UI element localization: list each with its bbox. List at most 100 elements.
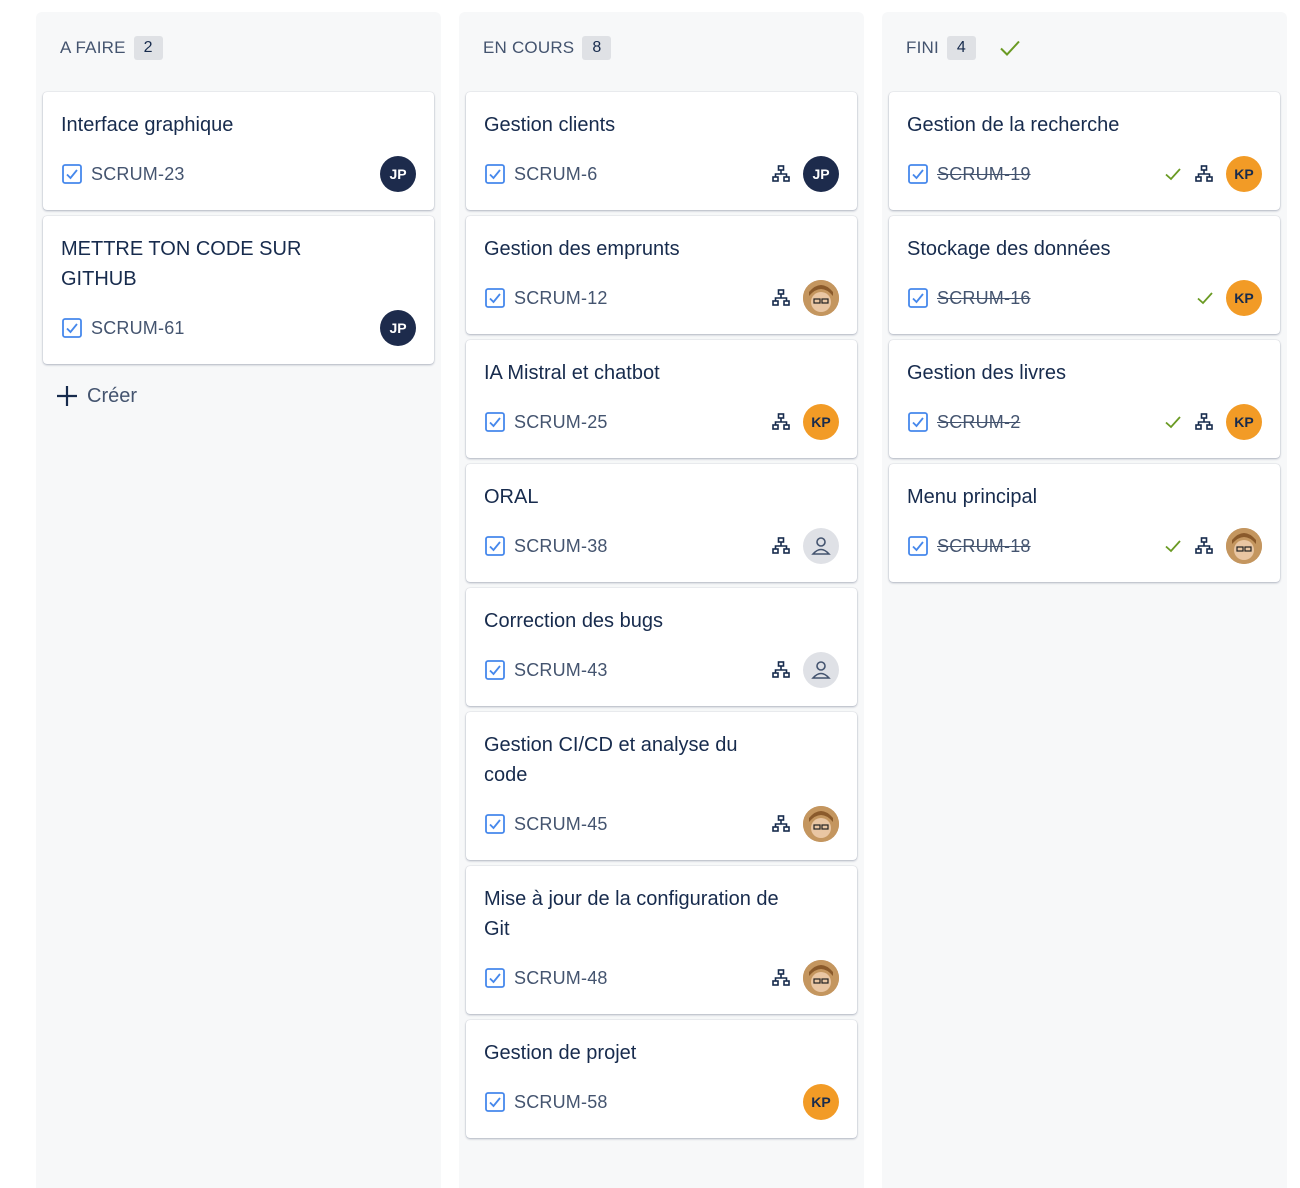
issue-card[interactable]: Gestion de la recherche SCRUM-19 KP (889, 92, 1280, 210)
task-checkbox-icon (907, 163, 929, 185)
issue-key[interactable]: SCRUM-19 (937, 164, 1031, 185)
assignee-avatar[interactable]: KP (1226, 156, 1262, 192)
task-checkbox-icon (484, 411, 506, 433)
issue-key[interactable]: SCRUM-23 (91, 164, 185, 185)
assignee-avatar-photo[interactable] (803, 280, 839, 316)
issue-key[interactable]: SCRUM-12 (514, 288, 608, 309)
child-issues-icon[interactable] (771, 288, 791, 308)
task-checkbox-icon (484, 535, 506, 557)
column-title: A FAIRE (60, 38, 126, 57)
card-title: Interface graphique (61, 114, 234, 136)
issue-key[interactable]: SCRUM-2 (937, 412, 1020, 433)
done-check-icon (1164, 537, 1182, 555)
issue-card[interactable]: ORAL SCRUM-38 (466, 464, 857, 582)
task-checkbox-icon (484, 1091, 506, 1113)
issue-key[interactable]: SCRUM-43 (514, 660, 608, 681)
issue-card[interactable]: Stockage des données SCRUM-16 KP (889, 216, 1280, 334)
card-title: Gestion des livres (907, 362, 1066, 384)
issue-key[interactable]: SCRUM-45 (514, 814, 608, 835)
assignee-avatar[interactable]: KP (803, 1084, 839, 1120)
task-checkbox-icon (484, 967, 506, 989)
task-checkbox-icon (484, 813, 506, 835)
child-issues-icon[interactable] (771, 660, 791, 680)
card-title: Menu principal (907, 486, 1038, 508)
task-checkbox-icon (61, 317, 83, 339)
issue-card[interactable]: Interface graphique SCRUM-23 JP (43, 92, 434, 210)
done-check-icon (1164, 165, 1182, 183)
task-checkbox-icon (907, 287, 929, 309)
column-header: EN COURS 8 (459, 12, 864, 84)
card-title: ORAL (484, 486, 539, 508)
issue-card[interactable]: Gestion des emprunts SCRUM-12 (466, 216, 857, 334)
issue-card[interactable]: Gestion de projet SCRUM-58 KP (466, 1020, 857, 1138)
card-title: Gestion de la recherche (907, 114, 1120, 136)
task-checkbox-icon (907, 411, 929, 433)
column-count-badge: 2 (133, 36, 163, 60)
column-count-badge: 4 (946, 36, 976, 60)
unassigned-user-icon[interactable] (803, 528, 839, 564)
card-title: Gestion de projet (484, 1042, 637, 1064)
task-checkbox-icon (484, 287, 506, 309)
issue-card[interactable]: Gestion CI/CD et analyse du code SCRUM-4… (466, 712, 857, 860)
child-issues-icon[interactable] (1194, 412, 1214, 432)
issue-key[interactable]: SCRUM-16 (937, 288, 1031, 309)
card-title: IA Mistral et chatbot (484, 362, 660, 384)
issue-key[interactable]: SCRUM-6 (514, 164, 597, 185)
assignee-avatar[interactable]: KP (1226, 280, 1262, 316)
assignee-avatar-photo[interactable] (803, 806, 839, 842)
column-header: A FAIRE 2 (36, 12, 441, 84)
issue-card[interactable]: Gestion clients SCRUM-6 JP (466, 92, 857, 210)
assignee-avatar[interactable]: JP (803, 156, 839, 192)
issue-card[interactable]: Correction des bugs SCRUM-43 (466, 588, 857, 706)
assignee-avatar[interactable]: JP (380, 156, 416, 192)
issue-card[interactable]: IA Mistral et chatbot SCRUM-25 KP (466, 340, 857, 458)
column-fini: FINI 4 Gestion de la recherche SCRUM-19 … (882, 12, 1287, 1188)
assignee-avatar[interactable]: KP (803, 404, 839, 440)
issue-card[interactable]: METTRE TON CODE SUR GITHUB SCRUM-61 JP (43, 216, 434, 364)
task-checkbox-icon (484, 659, 506, 681)
assignee-avatar[interactable]: KP (1226, 404, 1262, 440)
child-issues-icon[interactable] (1194, 164, 1214, 184)
issue-key[interactable]: SCRUM-38 (514, 536, 608, 557)
issue-card[interactable]: Menu principal SCRUM-18 (889, 464, 1280, 582)
card-title: Gestion CI/CD et analyse du code (484, 734, 738, 786)
done-column-check-icon (998, 36, 1022, 60)
column-title: EN COURS (483, 38, 575, 57)
card-title: METTRE TON CODE SUR GITHUB (61, 238, 302, 290)
child-issues-icon[interactable] (771, 536, 791, 556)
column-count-badge: 8 (582, 36, 612, 60)
issue-key[interactable]: SCRUM-18 (937, 536, 1031, 557)
assignee-avatar[interactable]: JP (380, 310, 416, 346)
task-checkbox-icon (484, 163, 506, 185)
column-title: FINI (906, 38, 939, 57)
unassigned-user-icon[interactable] (803, 652, 839, 688)
card-title: Mise à jour de la configuration de Git (484, 888, 779, 940)
plus-icon (55, 384, 79, 408)
card-title: Stockage des données (907, 238, 1111, 260)
issue-card[interactable]: Gestion des livres SCRUM-2 KP (889, 340, 1280, 458)
column-a-faire: A FAIRE 2 Interface graphique SCRUM-23 J… (36, 12, 441, 1188)
task-checkbox-icon (61, 163, 83, 185)
done-check-icon (1164, 413, 1182, 431)
issue-card[interactable]: Mise à jour de la configuration de Git S… (466, 866, 857, 1014)
done-check-icon (1196, 289, 1214, 307)
issue-key[interactable]: SCRUM-48 (514, 968, 608, 989)
card-title: Gestion des emprunts (484, 238, 680, 260)
issue-key[interactable]: SCRUM-25 (514, 412, 608, 433)
child-issues-icon[interactable] (771, 968, 791, 988)
assignee-avatar-photo[interactable] (1226, 528, 1262, 564)
issue-key[interactable]: SCRUM-58 (514, 1092, 608, 1113)
create-issue-button[interactable]: Créer (55, 384, 434, 408)
assignee-avatar-photo[interactable] (803, 960, 839, 996)
child-issues-icon[interactable] (1194, 536, 1214, 556)
child-issues-icon[interactable] (771, 164, 791, 184)
card-title: Gestion clients (484, 114, 616, 136)
task-checkbox-icon (907, 535, 929, 557)
create-label: Créer (87, 384, 138, 407)
column-header: FINI 4 (882, 12, 1287, 84)
column-en-cours: EN COURS 8 Gestion clients SCRUM-6 JP Ge… (459, 12, 864, 1188)
issue-key[interactable]: SCRUM-61 (91, 318, 185, 339)
child-issues-icon[interactable] (771, 814, 791, 834)
card-title: Correction des bugs (484, 610, 663, 632)
child-issues-icon[interactable] (771, 412, 791, 432)
